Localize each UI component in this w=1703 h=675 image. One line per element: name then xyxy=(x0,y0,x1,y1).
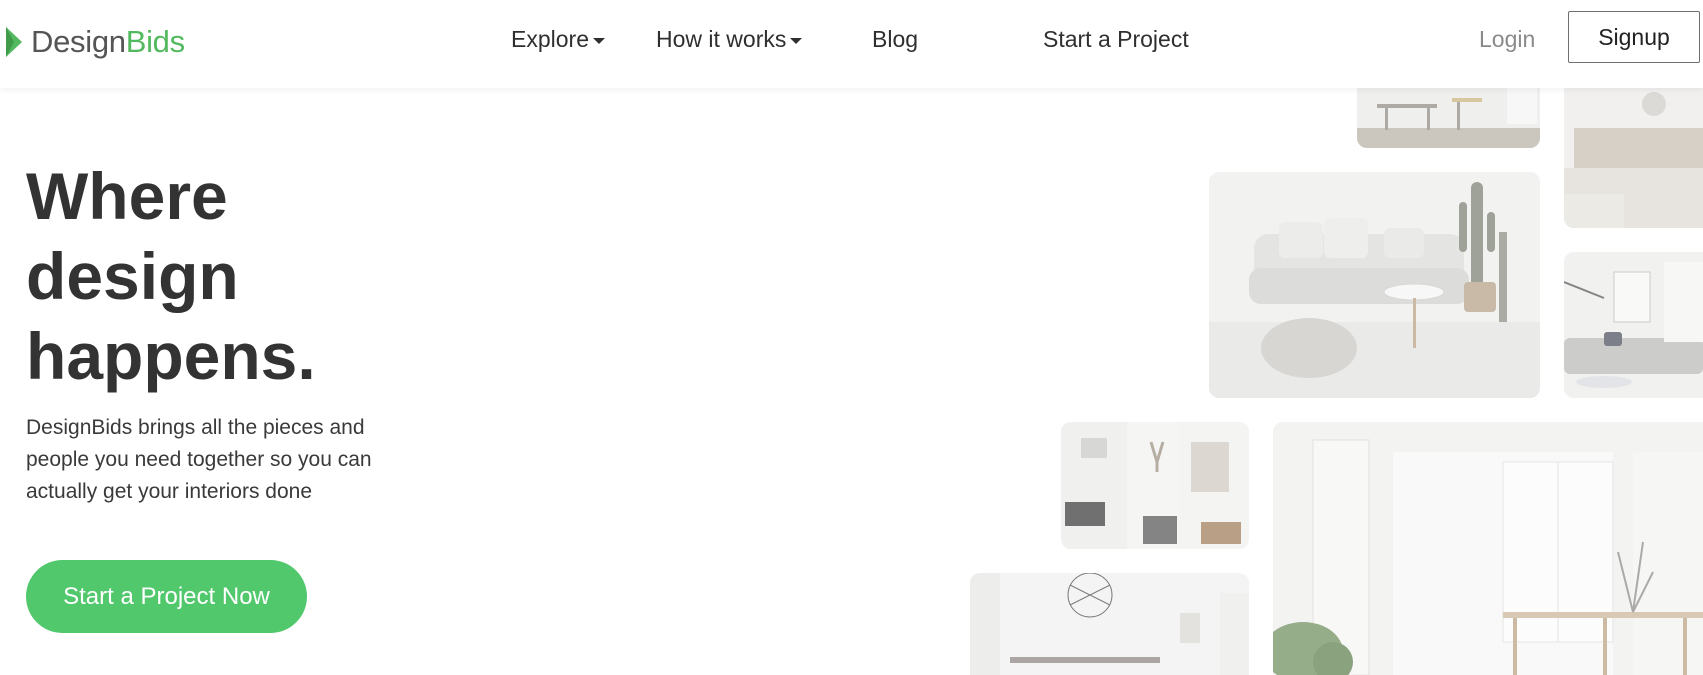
white-sofa-cactus-photo xyxy=(1209,172,1540,398)
hero-subtitle-line: DesignBids brings all the pieces and xyxy=(26,416,365,439)
chevron-down-icon xyxy=(790,37,803,44)
hero-title-line: happens. xyxy=(26,319,316,393)
sofa-lamp-photo xyxy=(1564,252,1703,398)
logo-text: DesignBids xyxy=(31,24,185,60)
hero-subtitle: DesignBids brings all the pieces and peo… xyxy=(26,412,426,508)
hero-subtitle-line: people you need together so you can xyxy=(26,448,372,471)
nav-blog-label: Blog xyxy=(872,26,919,52)
nav-blog[interactable]: Blog xyxy=(872,25,918,53)
hero-title: Where design happens. xyxy=(26,156,446,396)
nav-explore[interactable]: Explore xyxy=(511,25,605,53)
hero-subtitle-line: actually get your interiors done xyxy=(26,480,312,503)
living-room-rug-photo xyxy=(1564,84,1703,228)
nav-start-a-project-label: Start a Project xyxy=(1043,26,1189,52)
kitchen-chandelier-photo xyxy=(970,573,1249,675)
nav-how-it-works[interactable]: How it works xyxy=(656,25,803,53)
logo-text-prefix: Design xyxy=(31,24,126,59)
hero-title-line: Where xyxy=(26,159,228,233)
site-header: DesignBids Explore How it works Blog Sta… xyxy=(0,0,1703,88)
nav-how-it-works-label: How it works xyxy=(656,26,787,52)
designbids-logo[interactable]: DesignBids xyxy=(6,24,185,60)
bright-dining-room-photo xyxy=(1273,422,1703,675)
chevron-down-icon xyxy=(592,37,605,44)
dining-room-photo xyxy=(1357,84,1540,148)
start-project-now-button[interactable]: Start a Project Now xyxy=(26,560,307,633)
signup-button[interactable]: Signup xyxy=(1568,11,1700,63)
login-link[interactable]: Login xyxy=(1479,25,1535,53)
nav-explore-label: Explore xyxy=(511,26,589,52)
hero-title-line: design xyxy=(26,239,239,313)
logo-text-accent: Bids xyxy=(125,24,185,59)
logo-mark-icon xyxy=(6,27,22,57)
nav-start-a-project[interactable]: Start a Project xyxy=(1043,25,1189,53)
fireplace-antlers-photo xyxy=(1061,422,1249,549)
